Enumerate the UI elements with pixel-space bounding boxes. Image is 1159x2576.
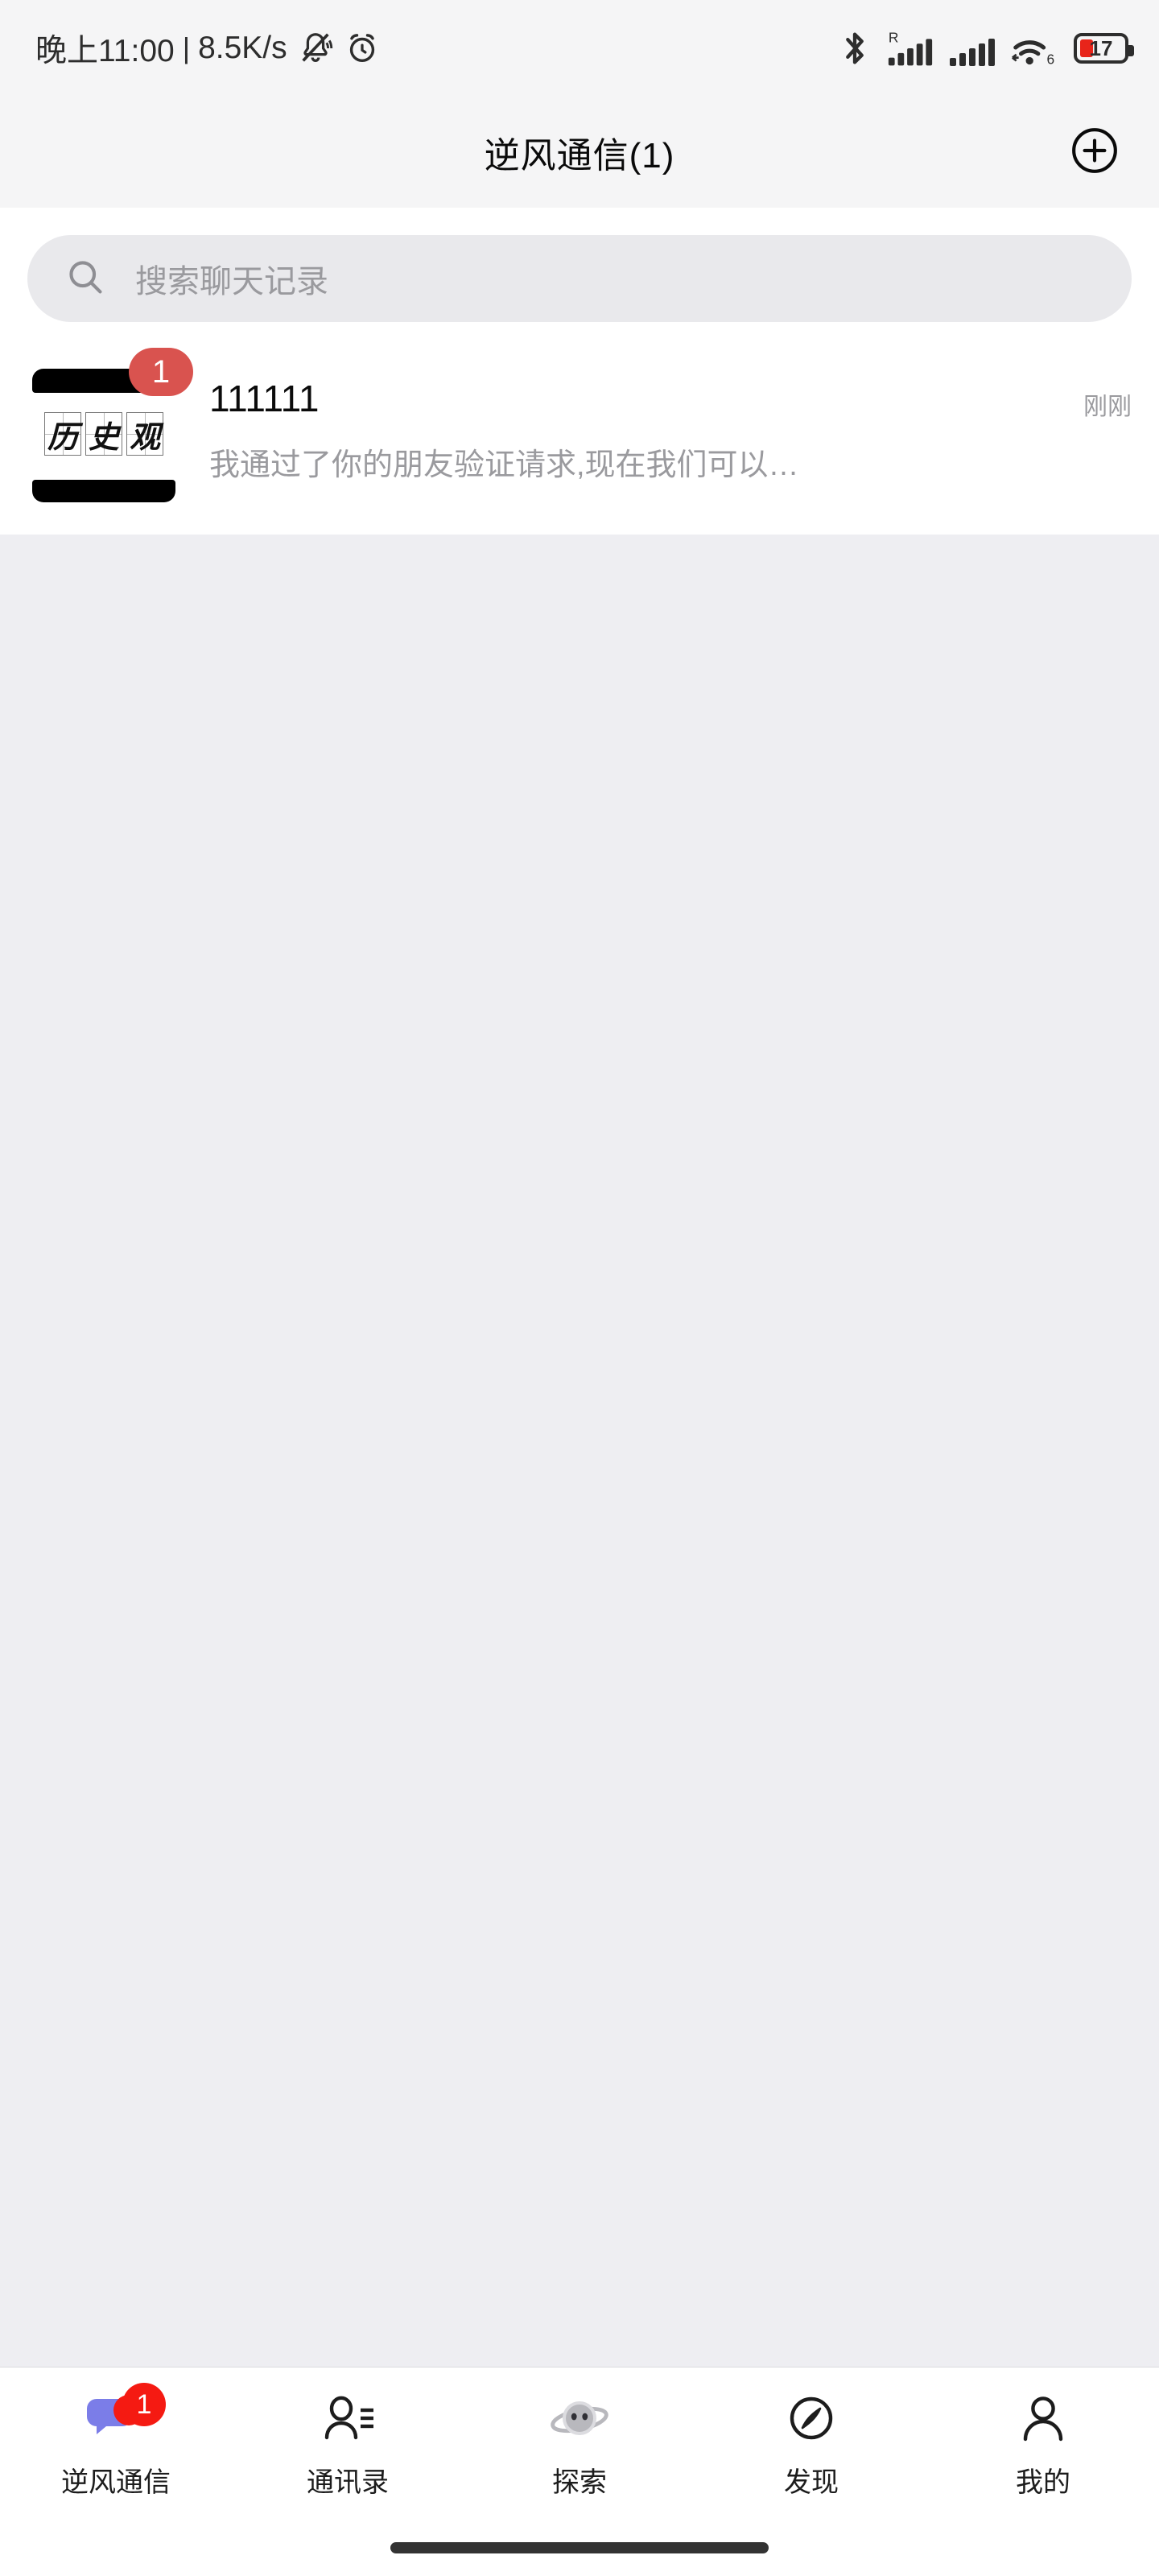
tab-label-discover: 发现 bbox=[784, 2467, 839, 2498]
tab-profile[interactable]: 我的 bbox=[927, 2368, 1159, 2520]
contact-name: 111111 bbox=[209, 378, 320, 419]
tab-label-profile: 我的 bbox=[1016, 2467, 1070, 2498]
avatar-char-2: 史 bbox=[88, 418, 119, 455]
contacts-person-icon bbox=[317, 2388, 378, 2449]
status-bar: 晚上11:00 | 8.5K/s R 6 17 bbox=[0, 0, 1159, 97]
chat-bubbles-icon: 1 bbox=[85, 2383, 166, 2449]
signal-icon bbox=[950, 27, 995, 69]
search-input[interactable]: 搜索聊天记录 bbox=[135, 255, 328, 302]
home-indicator-area bbox=[0, 2520, 1159, 2576]
phone-screen: 晚上11:00 | 8.5K/s R 6 17 逆风通信(1) 搜索聊天记录 历… bbox=[0, 0, 1159, 2576]
battery-icon: 17 bbox=[1074, 33, 1134, 64]
search-icon bbox=[64, 256, 106, 302]
table-row[interactable]: 历 史 观 1 111111 刚刚 我通过了你的朋友验证请求,现在我们可以… bbox=[0, 345, 1159, 535]
svg-text:6: 6 bbox=[1047, 51, 1055, 67]
status-bar-right: R 6 17 bbox=[839, 27, 1134, 69]
bottom-navigation: 1 逆风通信 通讯录 探索 发现 我的 bbox=[0, 2367, 1159, 2520]
status-network-speed: 8.5K/s bbox=[198, 31, 287, 65]
search-bar[interactable]: 搜索聊天记录 bbox=[27, 235, 1132, 322]
page-title: 逆风通信(1) bbox=[484, 136, 675, 175]
status-separator: | bbox=[182, 31, 191, 64]
mute-bell-icon bbox=[297, 30, 334, 67]
tab-explore[interactable]: 探索 bbox=[464, 2368, 695, 2520]
message-preview: 我通过了你的朋友验证请求,现在我们可以… bbox=[209, 448, 799, 482]
wifi6-icon: 6 bbox=[1009, 27, 1059, 69]
tab-label-chats: 逆风通信 bbox=[61, 2467, 171, 2498]
tab-chats[interactable]: 1 逆风通信 bbox=[0, 2368, 232, 2520]
search-section: 搜索聊天记录 bbox=[0, 208, 1159, 345]
svg-text:R: R bbox=[889, 29, 899, 45]
add-button[interactable] bbox=[1069, 126, 1120, 178]
alarm-clock-icon bbox=[344, 30, 381, 67]
bluetooth-icon bbox=[839, 27, 871, 69]
empty-content-area bbox=[0, 535, 1159, 2367]
chat-row-header: 111111 刚刚 bbox=[209, 377, 1132, 422]
compass-icon bbox=[781, 2388, 842, 2449]
alien-planet-icon bbox=[549, 2388, 610, 2449]
message-time: 刚刚 bbox=[1083, 394, 1132, 420]
avatar-wrapper[interactable]: 历 史 观 1 bbox=[27, 348, 193, 510]
tab-unread-badge: 1 bbox=[122, 2383, 166, 2426]
battery-percent: 17 bbox=[1089, 36, 1113, 60]
tab-label-explore: 探索 bbox=[552, 2467, 607, 2498]
avatar-bottom-bar bbox=[32, 480, 175, 502]
avatar-char-1: 历 bbox=[47, 418, 78, 455]
tab-discover[interactable]: 发现 bbox=[695, 2368, 927, 2520]
unread-badge: 1 bbox=[129, 348, 193, 396]
home-indicator[interactable] bbox=[390, 2542, 769, 2553]
person-outline-icon bbox=[1013, 2388, 1074, 2449]
app-header: 逆风通信(1) bbox=[0, 97, 1159, 208]
plus-circle-icon bbox=[1070, 126, 1120, 180]
status-bar-left: 晚上11:00 | 8.5K/s bbox=[35, 26, 381, 71]
chat-row-content: 111111 刚刚 我通过了你的朋友验证请求,现在我们可以… bbox=[180, 357, 1132, 510]
tab-contacts[interactable]: 通讯录 bbox=[232, 2368, 464, 2520]
calligraphy-avatar: 历 史 观 bbox=[44, 412, 163, 456]
tab-label-contacts: 通讯录 bbox=[307, 2467, 389, 2498]
avatar-char-3: 观 bbox=[129, 418, 160, 455]
chat-list: 历 史 观 1 111111 刚刚 我通过了你的朋友验证请求,现在我们可以… bbox=[0, 345, 1159, 535]
status-time: 晚上11:00 bbox=[35, 34, 175, 68]
signal-roaming-icon: R bbox=[885, 27, 935, 69]
